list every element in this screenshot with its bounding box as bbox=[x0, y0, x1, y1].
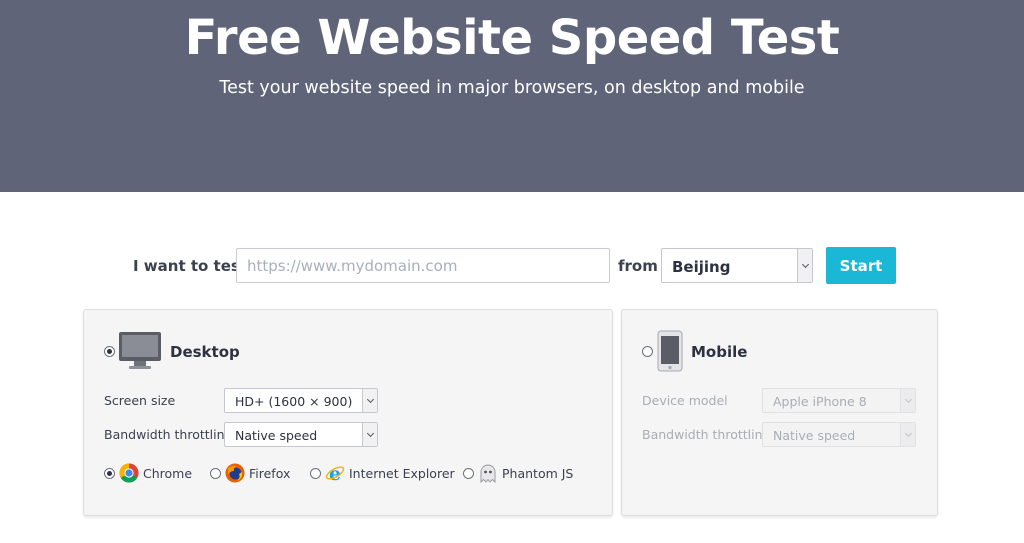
browser-option-internet-explorer[interactable]: e Internet Explorer bbox=[310, 461, 455, 487]
firefox-label: Firefox bbox=[249, 466, 291, 481]
location-value: Beijing bbox=[672, 258, 731, 276]
mobile-radio[interactable] bbox=[642, 346, 653, 357]
mobile-bandwidth-select[interactable]: Native speed bbox=[762, 422, 916, 447]
svg-text:e: e bbox=[329, 463, 341, 483]
firefox-icon bbox=[225, 463, 245, 483]
desktop-title: Desktop bbox=[170, 343, 240, 361]
chevron-down-icon bbox=[900, 423, 915, 446]
hero-banner: Free Website Speed Test Test your websit… bbox=[0, 0, 1024, 192]
browser-option-chrome[interactable]: Chrome bbox=[104, 461, 194, 487]
chrome-radio[interactable] bbox=[104, 468, 115, 479]
internet-explorer-radio[interactable] bbox=[310, 468, 321, 479]
chevron-down-icon bbox=[797, 249, 812, 282]
device-model-label: Device model bbox=[642, 393, 728, 408]
browser-option-firefox[interactable]: Firefox bbox=[210, 461, 300, 487]
start-button[interactable]: Start bbox=[826, 247, 896, 284]
chrome-label: Chrome bbox=[143, 466, 193, 481]
phantomjs-label: Phantom JS bbox=[502, 466, 574, 481]
test-form: I want to test from Beijing Start bbox=[0, 247, 1024, 285]
mobile-title: Mobile bbox=[691, 343, 748, 361]
firefox-radio[interactable] bbox=[210, 468, 221, 479]
mobile-phone-icon bbox=[657, 330, 683, 372]
desktop-bandwidth-select[interactable]: Native speed bbox=[224, 422, 378, 447]
internet-explorer-label: Internet Explorer bbox=[349, 466, 455, 481]
device-model-value: Apple iPhone 8 bbox=[773, 394, 867, 409]
i-want-to-test-label: I want to test bbox=[133, 257, 247, 275]
screen-size-value: HD+ (1600 × 900) bbox=[235, 394, 353, 409]
phantomjs-radio[interactable] bbox=[463, 468, 474, 479]
browser-option-phantomjs[interactable]: Phantom JS bbox=[463, 461, 573, 487]
mobile-bandwidth-label: Bandwidth throttling bbox=[642, 427, 771, 442]
screen-size-label: Screen size bbox=[104, 393, 176, 408]
chrome-icon bbox=[119, 463, 139, 483]
page-title: Free Website Speed Test bbox=[184, 10, 840, 66]
mobile-bandwidth-value: Native speed bbox=[773, 428, 856, 443]
desktop-bandwidth-label: Bandwidth throttling bbox=[104, 427, 233, 442]
internet-explorer-icon: e bbox=[325, 463, 345, 485]
chevron-down-icon bbox=[362, 389, 377, 412]
phantomjs-ghost-icon bbox=[478, 463, 498, 484]
location-select[interactable]: Beijing bbox=[661, 248, 813, 283]
desktop-bandwidth-value: Native speed bbox=[235, 428, 318, 443]
from-label: from bbox=[618, 257, 658, 275]
screen-size-select[interactable]: HD+ (1600 × 900) bbox=[224, 388, 378, 413]
chevron-down-icon bbox=[362, 423, 377, 446]
chevron-down-icon bbox=[900, 389, 915, 412]
desktop-radio[interactable] bbox=[104, 346, 115, 357]
url-input[interactable] bbox=[236, 248, 610, 283]
page-subtitle: Test your website speed in major browser… bbox=[219, 78, 805, 98]
desktop-monitor-icon bbox=[118, 331, 162, 371]
device-model-select[interactable]: Apple iPhone 8 bbox=[762, 388, 916, 413]
